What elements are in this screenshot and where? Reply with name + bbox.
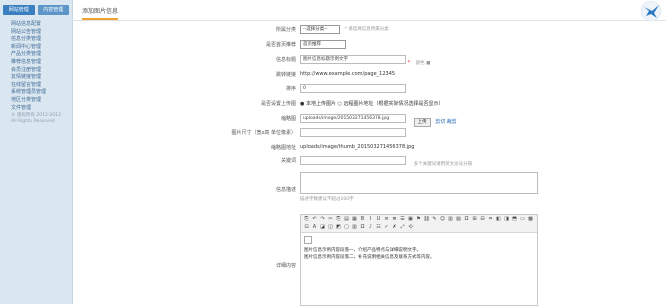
toolbar-button-icon[interactable]: ↶ xyxy=(311,216,318,223)
recommend-select[interactable]: 首页推荐 xyxy=(300,40,346,49)
toolbar-button-icon[interactable]: ♪ xyxy=(367,224,374,231)
toolbar-button-icon[interactable]: ⤢ xyxy=(399,224,406,231)
label-title: 信息标题 xyxy=(275,57,296,63)
sidebar-tabs: 网站管理 内容管理 xyxy=(0,0,72,18)
sidebar-item[interactable]: 产品分类管理 xyxy=(11,51,72,59)
keywords-hint: 多个关键词请用英文逗号分隔 xyxy=(413,162,473,167)
rich-text-editor[interactable]: ⎘ ↶ ↷ ✂ ⎘ ▤ ▦ B I U ≡ ≣ ☰ ▣ ⚑ ⛓ ✎ ☺ ▥ ▧ Ω ⊞ ⊟ ⌗ ◧ ◨ ⬒ ▭ ▩ ⊡ A ◪ ◫ ◩ ▢ ▥ Ω ♪ ☷ ✓… xyxy=(300,214,538,306)
toolbar-button-icon[interactable]: ▭ xyxy=(519,216,526,223)
toolbar-button-icon[interactable]: ☰ xyxy=(399,216,406,223)
keywords-input[interactable] xyxy=(300,156,406,165)
label-order: 排序 xyxy=(285,86,296,92)
toolbar-button-icon[interactable]: ⎘ xyxy=(335,216,342,223)
toolbar-button-icon[interactable]: ⬒ xyxy=(511,216,518,223)
toolbar-button-icon[interactable]: ▧ xyxy=(455,216,462,223)
toolbar-button-icon[interactable]: B xyxy=(359,216,366,223)
toolbar-button-icon[interactable]: ▩ xyxy=(527,216,534,223)
sidebar-footer: © 版权所有 2012-2013 All Rights Reserved xyxy=(0,112,72,125)
pic-size-input[interactable] xyxy=(300,128,406,137)
toolbar-button-icon[interactable]: I xyxy=(367,216,374,223)
toolbar-button-icon[interactable]: ⊞ xyxy=(471,216,478,223)
toolbar-button-icon[interactable]: ▦ xyxy=(351,216,358,223)
pic-mode-radios[interactable]: ● 本地上传图片 ○ 远程图片地址（根据实际情况选择是否显示） xyxy=(300,100,444,107)
label-keywords: 关键词 xyxy=(280,158,296,164)
toolbar-button-icon[interactable]: ⊟ xyxy=(479,216,486,223)
toolbar-button-icon[interactable]: ✎ xyxy=(431,216,438,223)
label-pic-path: 缩略图 xyxy=(280,116,296,122)
sidebar-menu: 网站信息配置 网站公告管理 信息分类管理 新闻中心管理 产品分类管理 推荐信息管… xyxy=(0,21,72,112)
sidebar-item[interactable]: 地区分类管理 xyxy=(11,97,72,105)
top-bar: 添加图片信息 xyxy=(72,0,666,22)
description-textarea[interactable] xyxy=(300,172,538,194)
label-thumb: 缩略图地址 xyxy=(270,145,296,151)
toolbar-button-icon[interactable]: ⎘ xyxy=(303,216,310,223)
label-recommend: 是否首页推荐 xyxy=(265,42,296,48)
pic-path-input[interactable]: uploads/image/201503271456378.jpg xyxy=(300,114,406,123)
toolbar-button-icon[interactable]: ◩ xyxy=(335,224,342,231)
label-content: 详细内容 xyxy=(275,263,296,269)
sidebar-item[interactable]: 系统管理员管理 xyxy=(11,89,72,97)
sidebar-item[interactable]: 信息分类管理 xyxy=(11,36,72,44)
toolbar-button-icon[interactable]: ⛓ xyxy=(423,216,430,223)
editor-line: 图片信息示例内容段落二，补充说明相关信息及联系方式等内容。 xyxy=(304,255,435,260)
toolbar-button-icon[interactable]: Ω xyxy=(463,216,470,223)
toolbar-button-icon[interactable]: ◪ xyxy=(319,224,326,231)
toolbar-button-icon[interactable]: Ω xyxy=(359,224,366,231)
toolbar-button-icon[interactable]: ≣ xyxy=(391,216,398,223)
toolbar-button-icon[interactable]: U xyxy=(375,216,382,223)
toolbar-button-icon[interactable]: ⟲ xyxy=(407,224,414,231)
toolbar-button-icon[interactable]: ⊡ xyxy=(303,224,310,231)
tab-content-management[interactable]: 内容管理 xyxy=(37,5,69,15)
toolbar-button-icon[interactable]: ↷ xyxy=(319,216,326,223)
editor-body[interactable]: 图片信息示例内容段落一，介绍产品特点与详细说明文字。 图片信息示例内容段落二，补… xyxy=(301,233,537,264)
description-hint: 描述字数建议不超过200字 xyxy=(300,197,354,202)
category-hint: * 请选择信息所属分类 xyxy=(344,27,389,32)
toolbar-button-icon[interactable]: ☺ xyxy=(439,216,446,223)
title-color-picker[interactable]: 颜色 ■ xyxy=(416,61,431,66)
editor-toolbar: ⎘ ↶ ↷ ✂ ⎘ ▤ ▦ B I U ≡ ≣ ☰ ▣ ⚑ ⛓ ✎ ☺ ▥ ▧ Ω ⊞ ⊟ ⌗ ◧ ◨ ⬒ ▭ ▩ ⊡ A ◪ ◫ ◩ ▢ ▥ Ω ♪ ☷ ✓… xyxy=(301,215,537,233)
label-description: 信息描述 xyxy=(275,187,296,193)
toolbar-button-icon[interactable]: ✓ xyxy=(383,224,390,231)
sidebar: 网站管理 内容管理 网站信息配置 网站公告管理 信息分类管理 新闻中心管理 产品… xyxy=(0,0,73,304)
category-select[interactable]: --选择分类-- xyxy=(300,25,340,34)
sidebar-item[interactable]: 网站信息配置 xyxy=(11,21,72,29)
toolbar-button-icon[interactable]: ▣ xyxy=(407,216,414,223)
toolbar-button-icon[interactable]: ⚑ xyxy=(415,216,422,223)
required-mark: * xyxy=(407,60,411,66)
label-pic-size: 图片尺寸（宽x高 单位像素） xyxy=(231,130,296,136)
image-placeholder-icon xyxy=(304,236,312,244)
sidebar-item[interactable]: 文件管理 xyxy=(11,105,72,113)
bird-icon xyxy=(640,0,662,22)
tab-site-management[interactable]: 网站管理 xyxy=(3,5,35,15)
toolbar-button-icon[interactable]: ◫ xyxy=(327,224,334,231)
toolbar-button-icon[interactable]: ◨ xyxy=(503,216,510,223)
sidebar-item[interactable]: 推荐信息管理 xyxy=(11,59,72,67)
toolbar-button-icon[interactable]: ▥ xyxy=(351,224,358,231)
label-link: 跳转链接 xyxy=(275,72,296,78)
toolbar-button-icon[interactable]: A xyxy=(311,224,318,231)
thumb-value[interactable]: uploads/image/thumb_201503271456378.jpg xyxy=(300,144,414,150)
toolbar-button-icon[interactable]: ≡ xyxy=(383,216,390,223)
toolbar-button-icon[interactable]: ▥ xyxy=(447,216,454,223)
order-input[interactable]: 0 xyxy=(300,84,406,93)
toolbar-button-icon[interactable]: ◧ xyxy=(495,216,502,223)
sidebar-item[interactable]: 友情链接管理 xyxy=(11,74,72,82)
crop-link[interactable]: 剪切 裁剪 xyxy=(435,119,457,125)
toolbar-button-icon[interactable]: ▢ xyxy=(343,224,350,231)
title-input[interactable]: 图片信息标题示例文字 xyxy=(300,55,406,64)
toolbar-button-icon[interactable]: ⌗ xyxy=(487,216,494,223)
toolbar-button-icon[interactable]: ☷ xyxy=(375,224,382,231)
rights-text: All Rights Reserved xyxy=(11,119,55,125)
link-value[interactable]: http://www.example.com/page_12345 xyxy=(300,71,395,77)
upload-button[interactable]: 上传 xyxy=(413,118,431,127)
toolbar-button-icon[interactable]: ▤ xyxy=(343,216,350,223)
main-panel: 添加图片信息 所属分类 --选择分类-- * 请选择信息所属分类 是否首页推荐 … xyxy=(72,0,666,306)
toolbar-button-icon[interactable]: ✗ xyxy=(391,224,398,231)
tab-add-picture[interactable]: 添加图片信息 xyxy=(82,6,119,20)
editor-line: 图片信息示例内容段落一，介绍产品特点与详细说明文字。 xyxy=(304,248,421,253)
label-pic-mode: 是否设置上传图 xyxy=(260,101,296,107)
toolbar-button-icon[interactable]: ✂ xyxy=(327,216,334,223)
label-category: 所属分类 xyxy=(275,27,296,33)
